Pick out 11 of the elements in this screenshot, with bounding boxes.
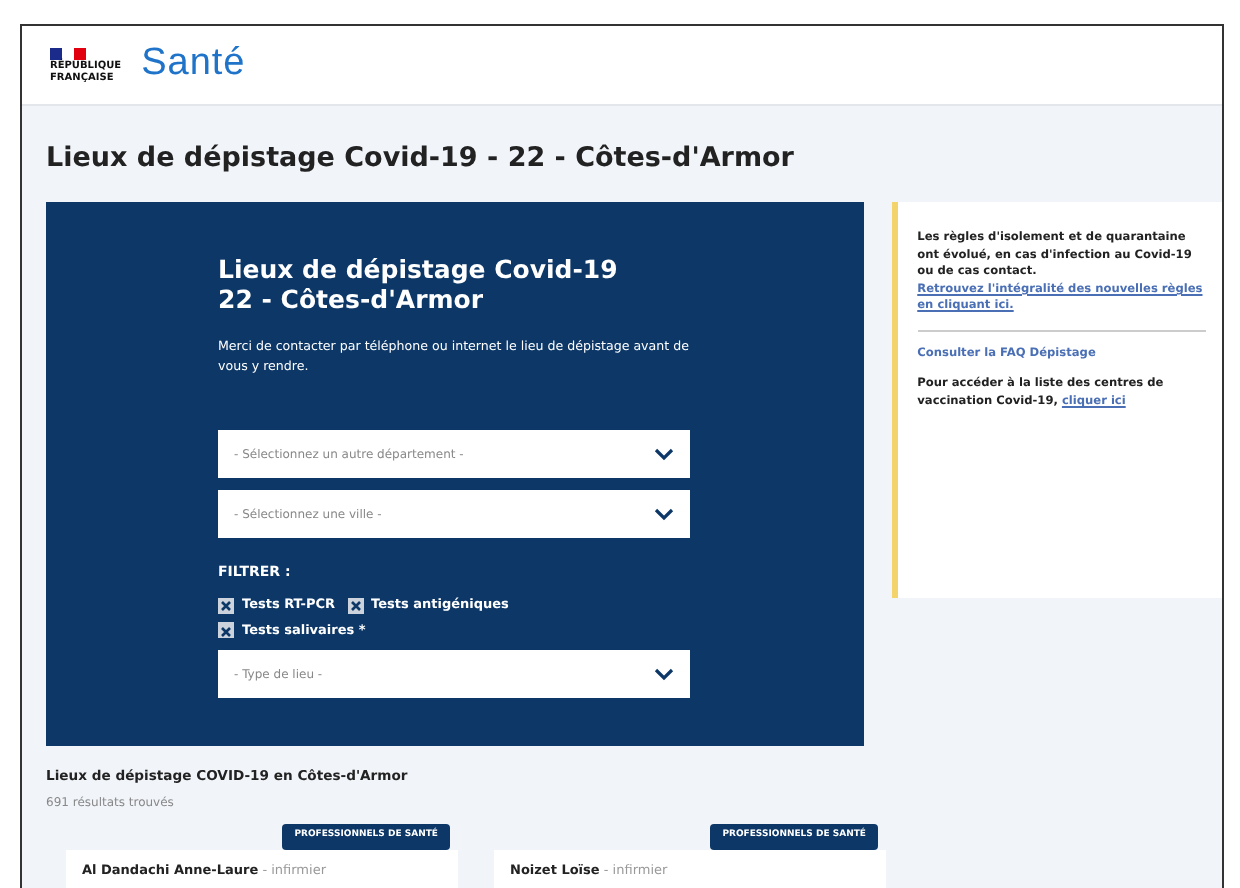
- chevron-down-icon: [654, 507, 674, 522]
- brand-logo[interactable]: Santé: [141, 36, 246, 94]
- checkbox[interactable]: [218, 597, 234, 614]
- panel-title: Lieux de dépistage Covid-19: [218, 254, 620, 285]
- flag-icon: [50, 47, 86, 59]
- page-title: Lieux de dépistage Covid-19 - 22 - Côtes-d'Armor: [46, 140, 796, 178]
- chevron-down-icon: [654, 447, 674, 462]
- checkbox[interactable]: [347, 597, 364, 614]
- chevron-down-icon: [654, 667, 674, 682]
- checkbox[interactable]: [218, 622, 234, 639]
- panel-title: 22 - Côtes-d'Armor: [218, 284, 486, 315]
